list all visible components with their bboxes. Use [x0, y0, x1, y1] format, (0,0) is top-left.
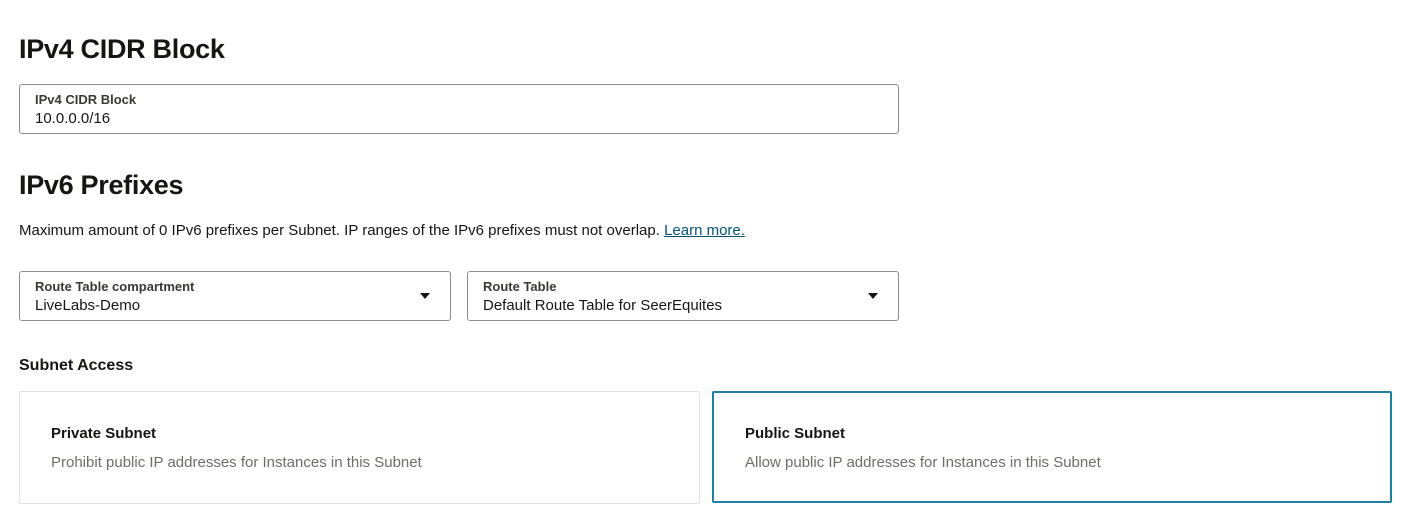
ipv6-description: Maximum amount of 0 IPv6 prefixes per Su… [19, 222, 660, 239]
ipv6-description-line: Maximum amount of 0 IPv6 prefixes per Su… [19, 222, 745, 239]
chevron-down-icon[interactable] [420, 293, 430, 299]
ipv4-section-title: IPv4 CIDR Block [19, 34, 225, 64]
route-table-compartment-select[interactable]: Route Table compartment LiveLabs-Demo [19, 271, 451, 321]
ipv6-section-title: IPv6 Prefixes [19, 170, 184, 200]
public-subnet-title: Public Subnet [745, 425, 846, 442]
public-subnet-description: Allow public IP addresses for Instances … [745, 454, 1101, 471]
public-subnet-option[interactable]: Public Subnet Allow public IP addresses … [712, 391, 1392, 503]
route-table-value: Default Route Table for SeerEquites [483, 297, 723, 314]
route-table-compartment-label: Route Table compartment [35, 279, 195, 294]
route-table-select[interactable]: Route Table Default Route Table for Seer… [467, 271, 899, 321]
private-subnet-title: Private Subnet [51, 425, 157, 442]
private-subnet-description: Prohibit public IP addresses for Instanc… [51, 454, 422, 471]
learn-more-link[interactable]: Learn more. [664, 222, 745, 239]
ipv4-cidr-label: IPv4 CIDR Block [35, 92, 137, 107]
route-table-compartment-value: LiveLabs-Demo [35, 297, 141, 314]
ipv4-cidr-input[interactable] [35, 110, 835, 127]
chevron-down-icon[interactable] [868, 293, 878, 299]
ipv4-cidr-field[interactable]: IPv4 CIDR Block [19, 84, 899, 134]
route-table-label: Route Table [483, 279, 557, 294]
private-subnet-option[interactable]: Private Subnet Prohibit public IP addres… [19, 391, 700, 504]
subnet-access-label: Subnet Access [19, 357, 134, 374]
create-subnet-form: IPv4 CIDR Block IPv4 CIDR Block IPv6 Pre… [0, 0, 1408, 532]
